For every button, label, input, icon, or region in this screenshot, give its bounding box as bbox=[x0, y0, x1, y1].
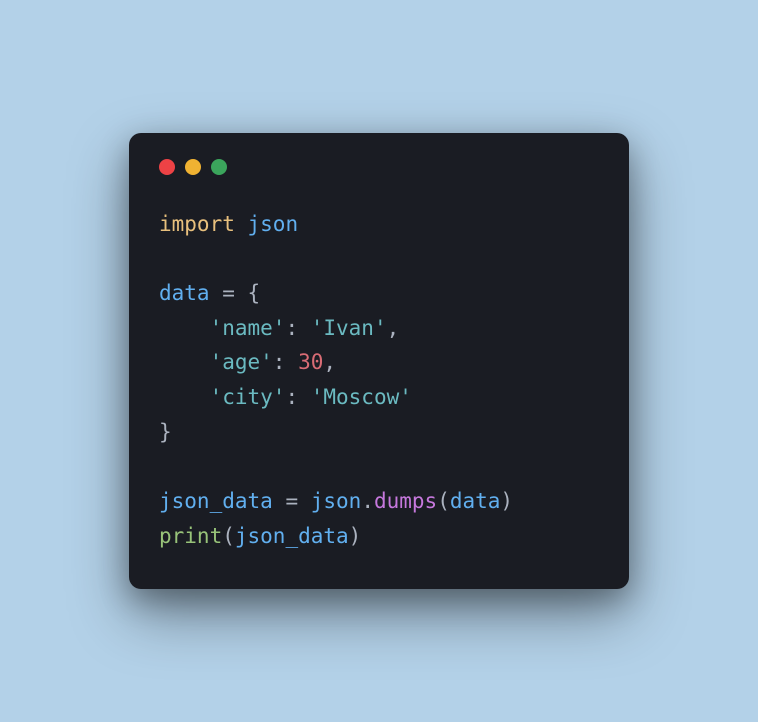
object-json: json bbox=[311, 489, 362, 513]
dict-key-age: 'age' bbox=[210, 350, 273, 374]
variable-data: data bbox=[159, 281, 210, 305]
code-window: import json data = { 'name': 'Ivan', 'ag… bbox=[129, 133, 629, 589]
maximize-icon[interactable] bbox=[211, 159, 227, 175]
dict-key-name: 'name' bbox=[210, 316, 286, 340]
brace-open: { bbox=[248, 281, 261, 305]
indent bbox=[159, 316, 210, 340]
dict-key-city: 'city' bbox=[210, 385, 286, 409]
window-titlebar bbox=[159, 159, 599, 175]
arg-data: data bbox=[450, 489, 501, 513]
dict-value-30: 30 bbox=[298, 350, 323, 374]
operator-assign: = bbox=[210, 281, 248, 305]
dict-value-moscow: 'Moscow' bbox=[311, 385, 412, 409]
module-json: json bbox=[248, 212, 299, 236]
colon: : bbox=[285, 385, 310, 409]
method-dumps: dumps bbox=[374, 489, 437, 513]
indent bbox=[159, 350, 210, 374]
dot-operator: . bbox=[361, 489, 374, 513]
paren-close: ) bbox=[349, 524, 362, 548]
paren-open: ( bbox=[437, 489, 450, 513]
comma: , bbox=[387, 316, 400, 340]
comma: , bbox=[323, 350, 336, 374]
paren-open: ( bbox=[222, 524, 235, 548]
paren-close: ) bbox=[500, 489, 513, 513]
arg-json-data: json_data bbox=[235, 524, 349, 548]
builtin-print: print bbox=[159, 524, 222, 548]
variable-json-data: json_data bbox=[159, 489, 273, 513]
minimize-icon[interactable] bbox=[185, 159, 201, 175]
keyword-import: import bbox=[159, 212, 235, 236]
close-icon[interactable] bbox=[159, 159, 175, 175]
colon: : bbox=[273, 350, 298, 374]
colon: : bbox=[285, 316, 310, 340]
operator-assign: = bbox=[273, 489, 311, 513]
indent bbox=[159, 385, 210, 409]
dict-value-ivan: 'Ivan' bbox=[311, 316, 387, 340]
code-block: import json data = { 'name': 'Ivan', 'ag… bbox=[159, 207, 599, 553]
brace-close: } bbox=[159, 420, 172, 444]
